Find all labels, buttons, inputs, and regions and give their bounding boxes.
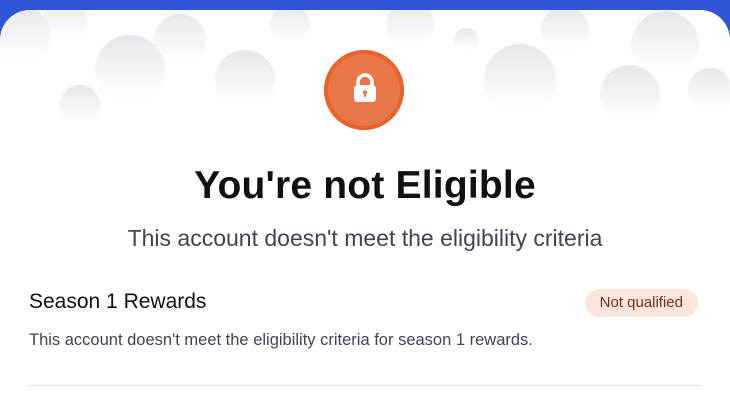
- reward-description: This account doesn't meet the eligibilit…: [29, 331, 533, 349]
- status-badge: Not qualified: [584, 289, 698, 317]
- lock-icon: [354, 73, 376, 102]
- reward-title: Season 1 Rewards: [29, 290, 207, 313]
- divider: [28, 385, 702, 386]
- eligibility-dialog: You're not Eligible This account doesn't…: [0, 10, 730, 410]
- lock-badge: [324, 50, 404, 130]
- dialog-title: You're not Eligible: [194, 164, 536, 207]
- dialog-subtitle: This account doesn't meet the eligibilit…: [127, 225, 603, 251]
